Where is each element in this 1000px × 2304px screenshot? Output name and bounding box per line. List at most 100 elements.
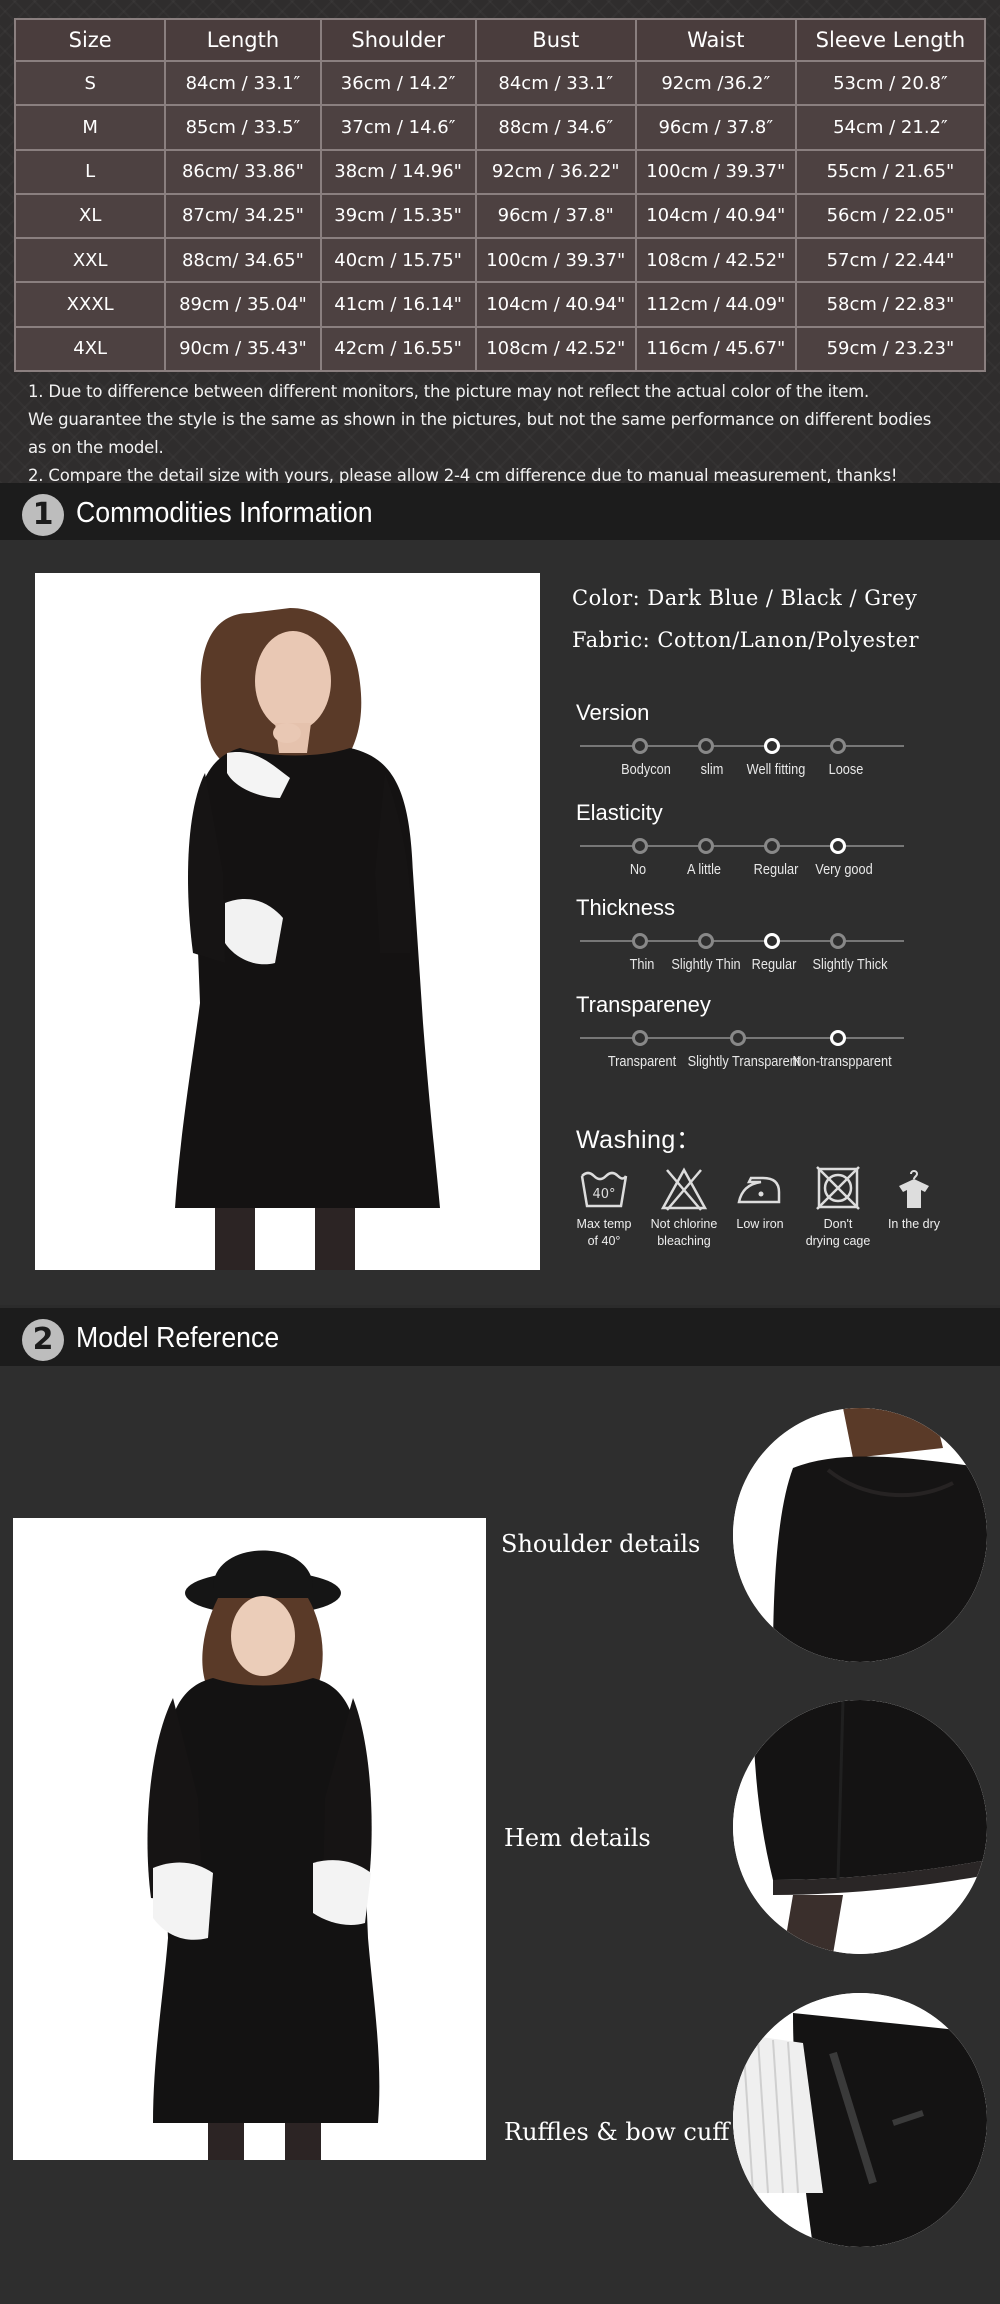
header-bust: Bust (474, 18, 637, 62)
size-value-cell: 90cm / 35.43" (164, 325, 322, 373)
attribute-thickness: Thickness Thin Slightly Thin Regular Sli… (576, 895, 916, 973)
wash-item: Not chlorine bleaching (644, 1166, 724, 1250)
scale-label: Slightly Thin (671, 957, 741, 973)
scale-dot (698, 738, 714, 754)
scale-dot-selected (830, 1030, 846, 1046)
thickness-scale (580, 933, 904, 949)
scale-label: Thin (629, 957, 655, 973)
scale-dot (730, 1030, 746, 1046)
section-header-model-reference: 2 Model Reference (0, 1308, 1000, 1366)
header-sleeve-length: Sleeve Length (794, 18, 987, 62)
scale-label: slim (700, 762, 724, 778)
scale-label: Slightly Thick (812, 957, 888, 973)
header-shoulder: Shoulder (319, 18, 477, 62)
scale-dot (632, 738, 648, 754)
size-value-cell: 87cm/ 34.25" (164, 192, 322, 240)
wash-item: 40° Max temp of 40° (564, 1166, 644, 1250)
wash-40-icon: 40° (580, 1171, 628, 1208)
scale-line (580, 940, 904, 942)
note-line: as on the model. (28, 438, 164, 457)
scale-label: Regular (753, 862, 799, 878)
scale-dot (764, 838, 780, 854)
size-value-cell: 84cm / 33.1″ (164, 59, 322, 107)
scale-line (580, 745, 904, 747)
ruffles-cuff-detail-image (733, 1993, 987, 2247)
model-photo-hat (13, 1518, 486, 2160)
transparency-scale (580, 1030, 904, 1046)
scale-label: Transparent (607, 1054, 677, 1070)
size-value-cell: 37cm / 14.6″ (319, 104, 477, 151)
section-header-commodities: 1 Commodities Information (0, 483, 1000, 541)
size-value-cell: 36cm / 14.2″ (319, 59, 477, 107)
attribute-title: Elasticity (576, 800, 663, 825)
section-number-badge: 1 (22, 494, 64, 536)
wash-label: Not chlorine bleaching (650, 1217, 718, 1248)
scale-dot (632, 838, 648, 854)
scale-label: No (629, 862, 647, 878)
note-line: 1. Due to difference between different m… (28, 382, 870, 401)
scale-label: A little (686, 862, 722, 878)
size-notes: 1. Due to difference between different m… (28, 378, 978, 490)
wash-item: In the dry (874, 1166, 954, 1233)
size-table: Size Length Shoulder Bust Waist Sleeve L… (13, 18, 987, 373)
size-value-cell: 40cm / 15.75" (319, 237, 477, 284)
scale-dot (632, 1030, 648, 1046)
product-photo-front (35, 573, 540, 1270)
section-title: Model Reference (76, 1322, 280, 1354)
header-waist: Waist (634, 18, 797, 62)
attribute-elasticity: Elasticity No A little Regular Very good (576, 800, 916, 878)
wash-label: In the dry (887, 1217, 941, 1231)
size-label-cell: 4XL (13, 325, 167, 373)
scale-dot-selected (764, 933, 780, 949)
low-iron-icon (737, 1176, 781, 1204)
size-value-cell: 92cm /36.2″ (634, 59, 797, 107)
size-value-cell: 96cm / 37.8" (474, 192, 637, 240)
scale-label: Loose (828, 762, 864, 778)
size-value-cell: 96cm / 37.8″ (634, 104, 797, 151)
header-size: Size (13, 18, 167, 62)
elasticity-scale (580, 838, 904, 854)
size-row: M 85cm / 33.5″ 37cm / 14.6″ 88cm / 34.6″ 96c… (13, 104, 987, 151)
dry-hang-icon (899, 1170, 929, 1208)
size-value-cell: 100cm / 39.37" (474, 237, 637, 284)
note-line: We guarantee the style is the same as sh… (28, 410, 932, 429)
wash-label: Low iron (736, 1217, 784, 1231)
size-label-cell: M (13, 104, 167, 151)
size-value-cell: 100cm / 39.37" (634, 148, 797, 195)
version-scale (580, 738, 904, 754)
scale-dot (830, 738, 846, 754)
size-row: XXL 88cm/ 34.65" 40cm / 15.75" 100cm / 39.3… (13, 237, 987, 284)
size-value-cell: 56cm / 22.05" (794, 192, 987, 240)
attribute-title: Transpareney (576, 992, 711, 1017)
detail-label-ruffles: Ruffles & bow cuff (504, 2118, 730, 2146)
size-value-cell: 112cm / 44.09" (634, 281, 797, 328)
size-table-header-row: Size Length Shoulder Bust Waist Sleeve L… (13, 18, 987, 62)
size-row: XL 87cm/ 34.25" 39cm / 15.35" 96cm / 37.8" 1… (13, 192, 987, 240)
section-title: Commodities Information (76, 497, 373, 529)
size-label-cell: XXXL (13, 281, 167, 328)
wash-label: Don't drying cage (805, 1217, 871, 1248)
size-label-cell: XL (13, 192, 167, 240)
wash-temp-mark: 40° (592, 1187, 615, 1202)
attribute-title: Thickness (576, 895, 676, 920)
fabric-info: Fabric: Cotton/Lanon/Polyester (572, 628, 920, 652)
size-value-cell: 88cm / 34.6″ (474, 104, 637, 151)
size-value-cell: 54cm / 21.2″ (794, 104, 987, 151)
wash-item: Low iron (720, 1166, 800, 1233)
size-label-cell: XXL (13, 237, 167, 284)
no-bleach-icon (660, 1167, 708, 1211)
scale-label: Well fitting (746, 762, 806, 778)
size-value-cell: 58cm / 22.83" (794, 281, 987, 328)
hem-detail-image (733, 1700, 987, 1954)
size-value-cell: 53cm / 20.8″ (794, 59, 987, 107)
section-number-badge: 2 (22, 1319, 64, 1361)
attribute-transparency: Transpareney Transparent Slightly Transp… (576, 992, 916, 1070)
size-value-cell: 104cm / 40.94" (634, 192, 797, 240)
wash-item: Don't drying cage (798, 1166, 878, 1250)
size-value-cell: 104cm / 40.94" (474, 281, 637, 328)
scale-dot-selected (764, 738, 780, 754)
scale-label: Very good (815, 862, 873, 878)
scale-label: Slightly Transparent (687, 1054, 801, 1070)
size-value-cell: 108cm / 42.52" (634, 237, 797, 284)
size-value-cell: 108cm / 42.52" (474, 325, 637, 373)
